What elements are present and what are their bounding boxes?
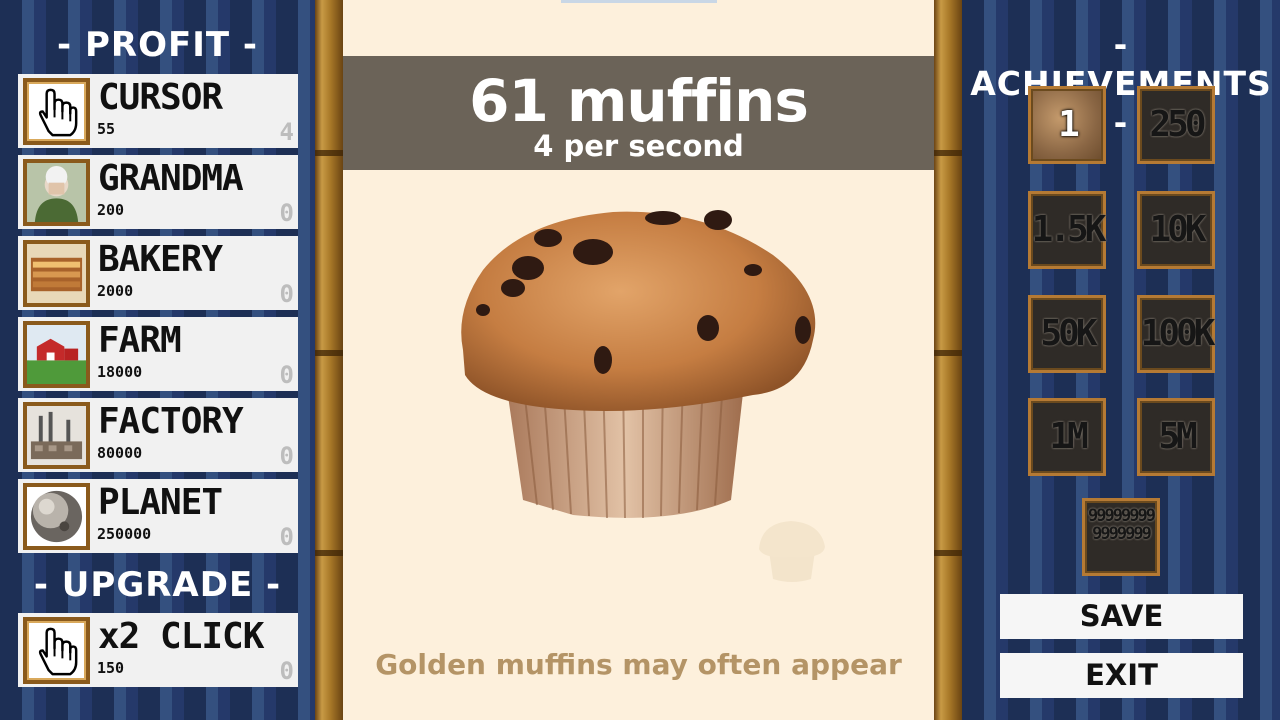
score-band: 61 muffins 4 per second: [343, 56, 934, 170]
top-bar-stub: [561, 0, 717, 3]
shop-item-count: 0: [279, 361, 294, 389]
achievement-label: 1M: [1049, 416, 1088, 457]
achievement-label: 1: [1058, 104, 1080, 145]
achievement-label: 5M: [1158, 416, 1197, 457]
exit-button[interactable]: EXIT: [1000, 653, 1243, 698]
achievement-tile[interactable]: 999999999999999: [1082, 498, 1160, 576]
achievement-tile[interactable]: 250: [1137, 86, 1215, 164]
hand-cursor-icon: [23, 617, 90, 684]
achievement-label: 10K: [1149, 209, 1206, 250]
achievement-tile[interactable]: 10K: [1137, 191, 1215, 269]
shop-item-price: 2000: [97, 282, 134, 300]
achievement-label: 999999999999999: [1088, 506, 1156, 544]
shop-item-price: 55: [97, 120, 116, 138]
shop-item-name: PLANET: [98, 482, 223, 523]
bamboo-frame-right: [934, 0, 962, 720]
hand-cursor-icon: [23, 78, 90, 145]
shop-item-name: FACTORY: [98, 401, 244, 442]
achievement-tile[interactable]: 1: [1028, 86, 1106, 164]
shop-card-farm[interactable]: FARM 18000 0: [18, 317, 298, 391]
upgrade-item-name: x2 CLICK: [98, 616, 264, 657]
shop-item-count: 0: [279, 523, 294, 551]
achievements-title: - ACHIEVEMENTS -: [970, 25, 1272, 142]
shop-item-price: 200: [97, 201, 125, 219]
achievement-label: 50K: [1040, 313, 1097, 354]
achievement-tile[interactable]: 5M: [1137, 398, 1215, 476]
shop-item-name: CURSOR: [98, 77, 223, 118]
grandma-icon: [23, 159, 90, 226]
bamboo-frame-left: [315, 0, 343, 720]
planet-icon: [23, 483, 90, 550]
shop-item-name: BAKERY: [98, 239, 223, 280]
achievement-label: 100K: [1140, 313, 1216, 354]
golden-muffin-icon[interactable]: [755, 515, 829, 585]
muffin-count: 61 muffins: [469, 67, 809, 135]
shop-item-name: FARM: [98, 320, 182, 361]
shop-item-price: 250000: [97, 525, 152, 543]
achievement-tile[interactable]: 1M: [1028, 398, 1106, 476]
shop-item-price: 80000: [97, 444, 143, 462]
shop-item-price: 18000: [97, 363, 143, 381]
shop-item-count: 0: [279, 199, 294, 227]
shop-item-count: 0: [279, 280, 294, 308]
achievement-tile[interactable]: 100K: [1137, 295, 1215, 373]
shop-item-name: GRANDMA: [98, 158, 244, 199]
shop-card-grandma[interactable]: GRANDMA 200 0: [18, 155, 298, 229]
shop-item-count: 4: [279, 118, 294, 146]
achievement-label: 1.5K: [1031, 209, 1107, 250]
shop-card-planet[interactable]: PLANET 250000 0: [18, 479, 298, 553]
upgrade-card-x2-click[interactable]: x2 CLICK 150 0: [18, 613, 298, 687]
big-muffin-button[interactable]: [453, 200, 823, 530]
upgrade-item-count: 0: [279, 657, 294, 685]
profit-title: - PROFIT -: [57, 25, 258, 65]
muffin-play-area: 61 muffins 4 per second Golden muffins m…: [343, 0, 934, 720]
upgrade-title: - UPGRADE -: [33, 565, 282, 605]
golden-muffin-hint: Golden muffins may often appear: [375, 648, 902, 681]
shop-card-factory[interactable]: FACTORY 80000 0: [18, 398, 298, 472]
achievement-label: 250: [1149, 104, 1206, 145]
muffins-per-second: 4 per second: [533, 129, 744, 163]
achievement-tile[interactable]: 50K: [1028, 295, 1106, 373]
shop-card-cursor[interactable]: CURSOR 55 4: [18, 74, 298, 148]
factory-icon: [23, 402, 90, 469]
upgrade-item-price: 150: [97, 659, 125, 677]
farm-icon: [23, 321, 90, 388]
shop-card-bakery[interactable]: BAKERY 2000 0: [18, 236, 298, 310]
bakery-icon: [23, 240, 90, 307]
shop-item-count: 0: [279, 442, 294, 470]
save-button[interactable]: SAVE: [1000, 594, 1243, 639]
achievement-tile[interactable]: 1.5K: [1028, 191, 1106, 269]
